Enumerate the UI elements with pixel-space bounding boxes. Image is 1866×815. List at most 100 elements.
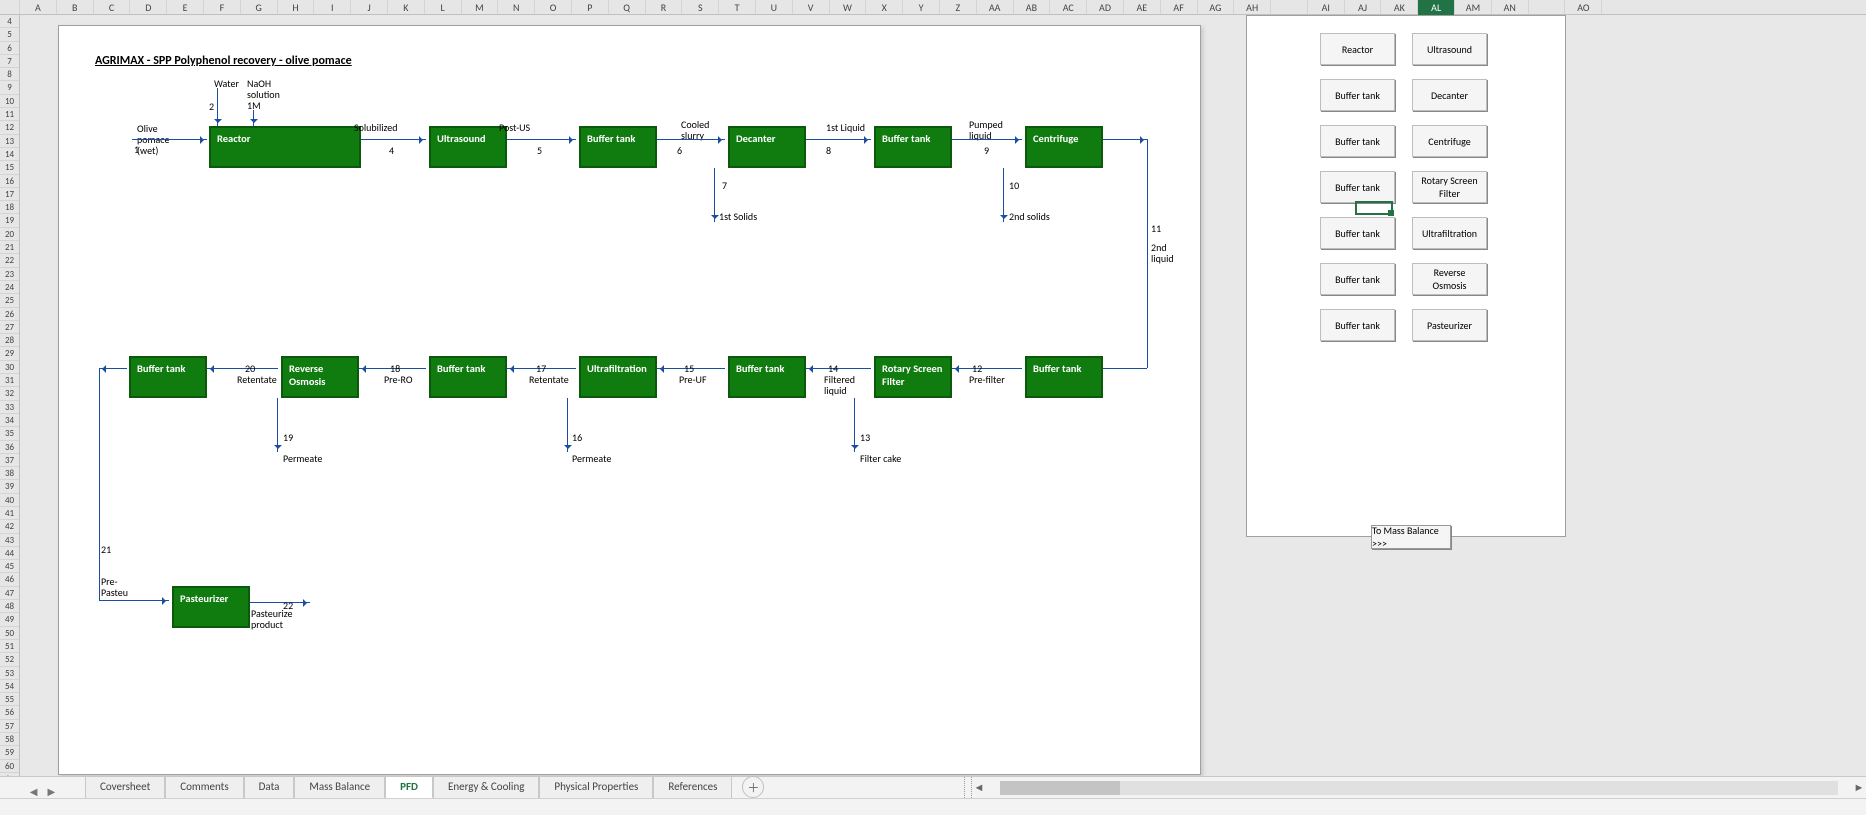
panel-button-buffer-tank-2[interactable]: Buffer tank	[1320, 125, 1395, 157]
row-header-42[interactable]: 42	[0, 520, 19, 533]
sheet-tab-references[interactable]: References	[653, 776, 732, 798]
row-header-48[interactable]: 48	[0, 600, 19, 613]
panel-button-reverse-osmosis-5[interactable]: Reverse Osmosis	[1412, 263, 1487, 295]
row-header-60[interactable]: 60	[0, 760, 19, 773]
row-header-19[interactable]: 19	[0, 214, 19, 227]
col-header-AM[interactable]: AM	[1455, 0, 1492, 14]
row-header-36[interactable]: 36	[0, 441, 19, 454]
row-header-58[interactable]: 58	[0, 733, 19, 746]
row-header-57[interactable]: 57	[0, 720, 19, 733]
panel-button-centrifuge-2[interactable]: Centrifuge	[1412, 125, 1487, 157]
panel-button-buffer-tank-6[interactable]: Buffer tank	[1320, 309, 1395, 341]
col-header-corner[interactable]	[0, 0, 20, 14]
col-header-Z[interactable]: Z	[940, 0, 977, 14]
sheet-tab-comments[interactable]: Comments	[165, 776, 243, 798]
block-buffer-tank-r3[interactable]: Buffer tank	[1025, 356, 1103, 398]
col-header-S[interactable]: S	[682, 0, 719, 14]
col-header-O[interactable]: O	[535, 0, 572, 14]
panel-button-rotary-screen-filter-3[interactable]: Rotary Screen Filter	[1412, 171, 1487, 203]
new-sheet-button[interactable]: ＋	[742, 776, 764, 798]
row-header-25[interactable]: 25	[0, 294, 19, 307]
col-header-L[interactable]: L	[425, 0, 462, 14]
row-header-28[interactable]: 28	[0, 334, 19, 347]
tab-prev-icon[interactable]: ◀	[30, 785, 38, 798]
row-header-30[interactable]: 30	[0, 361, 19, 374]
col-header-AH[interactable]: AH	[1234, 0, 1271, 14]
row-header-9[interactable]: 9	[0, 81, 19, 94]
row-header-8[interactable]: 8	[0, 68, 19, 81]
row-header-24[interactable]: 24	[0, 281, 19, 294]
col-header-T[interactable]: T	[719, 0, 756, 14]
panel-button-reactor-0[interactable]: Reactor	[1320, 33, 1395, 65]
col-header-D[interactable]: D	[130, 0, 167, 14]
panel-button-buffer-tank-1[interactable]: Buffer tank	[1320, 79, 1395, 111]
tab-next-icon[interactable]: ▶	[48, 785, 56, 798]
row-header-17[interactable]: 17	[0, 188, 19, 201]
row-header-46[interactable]: 46	[0, 573, 19, 586]
row-header-51[interactable]: 51	[0, 640, 19, 653]
row-header-54[interactable]: 54	[0, 680, 19, 693]
panel-button-buffer-tank-5[interactable]: Buffer tank	[1320, 263, 1395, 295]
panel-button-decanter-1[interactable]: Decanter	[1412, 79, 1487, 111]
col-header-W[interactable]: W	[830, 0, 867, 14]
col-header-G[interactable]: G	[241, 0, 278, 14]
row-header-22[interactable]: 22	[0, 254, 19, 267]
row-header-21[interactable]: 21	[0, 241, 19, 254]
row-header-34[interactable]: 34	[0, 414, 19, 427]
worksheet-grid[interactable]: AGRIMAX - SPP Polyphenol recovery - oliv…	[20, 15, 1866, 776]
row-header-32[interactable]: 32	[0, 387, 19, 400]
row-header-45[interactable]: 45	[0, 560, 19, 573]
col-header-AJ[interactable]: AJ	[1345, 0, 1382, 14]
col-header-AC[interactable]: AC	[1050, 0, 1087, 14]
row-header-37[interactable]: 37	[0, 454, 19, 467]
row-header-26[interactable]: 26	[0, 308, 19, 321]
row-header-53[interactable]: 53	[0, 667, 19, 680]
col-header-F[interactable]: F	[204, 0, 241, 14]
block-rotary-screen-filter[interactable]: Rotary Screen Filter	[874, 356, 952, 398]
row-header-7[interactable]: 7	[0, 55, 19, 68]
col-header-AA[interactable]: AA	[977, 0, 1014, 14]
sheet-tab-mass-balance[interactable]: Mass Balance	[294, 776, 385, 798]
sheet-tab-coversheet[interactable]: Coversheet	[85, 776, 165, 798]
col-header-AO[interactable]: AO	[1565, 0, 1602, 14]
col-header-Y[interactable]: Y	[903, 0, 940, 14]
col-header-J[interactable]: J	[351, 0, 388, 14]
row-header-23[interactable]: 23	[0, 268, 19, 281]
col-header-AB[interactable]: AB	[1014, 0, 1051, 14]
col-header-N[interactable]: N	[498, 0, 535, 14]
row-header-47[interactable]: 47	[0, 587, 19, 600]
col-header-H[interactable]: H	[278, 0, 315, 14]
tab-nav[interactable]: ◀▶	[0, 785, 85, 798]
sheet-tab-physical-properties[interactable]: Physical Properties	[539, 776, 653, 798]
sheet-tab-pfd[interactable]: PFD	[385, 776, 433, 799]
col-header-corner[interactable]	[1271, 0, 1308, 14]
row-header-13[interactable]: 13	[0, 135, 19, 148]
tab-scroll-split[interactable]	[964, 777, 972, 798]
col-header-K[interactable]: K	[388, 0, 425, 14]
sheet-tab-data[interactable]: Data	[244, 776, 295, 798]
panel-button-buffer-tank-3[interactable]: Buffer tank	[1320, 171, 1395, 203]
row-header-44[interactable]: 44	[0, 547, 19, 560]
hscroll-thumb[interactable]	[1000, 781, 1120, 795]
row-header-20[interactable]: 20	[0, 228, 19, 241]
scroll-left-icon[interactable]: ◄	[972, 781, 986, 794]
col-header-V[interactable]: V	[793, 0, 830, 14]
row-header-59[interactable]: 59	[0, 746, 19, 759]
col-header-AE[interactable]: AE	[1124, 0, 1161, 14]
row-header-18[interactable]: 18	[0, 201, 19, 214]
panel-button-pasteurizer-6[interactable]: Pasteurizer	[1412, 309, 1487, 341]
horizontal-scrollbar[interactable]: ◄ ►	[964, 776, 1866, 798]
col-header-P[interactable]: P	[572, 0, 609, 14]
panel-button-ultrafiltration-4[interactable]: Ultrafiltration	[1412, 217, 1487, 249]
hscroll-track[interactable]	[1000, 781, 1838, 795]
col-header-I[interactable]: I	[314, 0, 351, 14]
row-header-12[interactable]: 12	[0, 121, 19, 134]
row-header-11[interactable]: 11	[0, 108, 19, 121]
block-centrifuge[interactable]: Centrifuge	[1025, 126, 1103, 168]
col-header-E[interactable]: E	[167, 0, 204, 14]
col-header-AD[interactable]: AD	[1087, 0, 1124, 14]
row-header-31[interactable]: 31	[0, 374, 19, 387]
block-reverse-osmosis[interactable]: Reverse Osmosis	[281, 356, 359, 398]
block-pasteurizer[interactable]: Pasteurizer	[172, 586, 250, 628]
block-buffer-tank-r2[interactable]: Buffer tank	[728, 356, 806, 398]
